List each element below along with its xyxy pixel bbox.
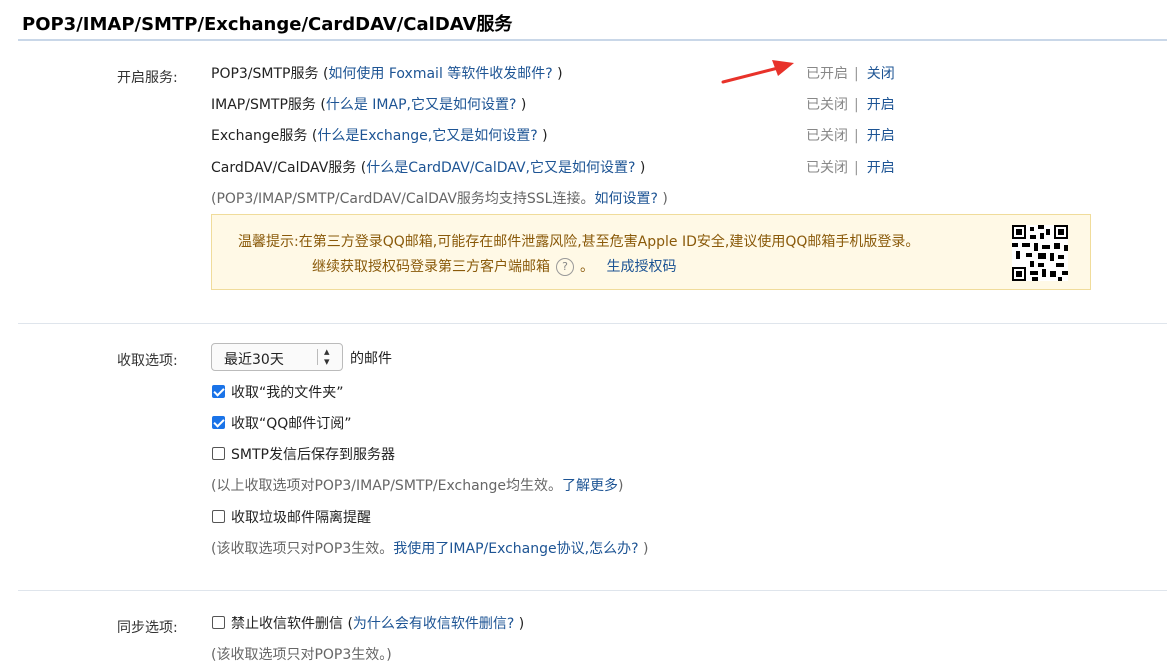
- ssl-setup-link[interactable]: 如何设置?: [594, 191, 657, 207]
- status-text: 已开启: [806, 66, 848, 82]
- imap-exchange-link[interactable]: 我使用了IMAP/Exchange协议,怎么办?: [393, 541, 638, 557]
- sync-note: (该收取选项只对POP3生效。): [211, 647, 392, 663]
- service-status-carddav: 已关闭 | 开启: [806, 157, 895, 177]
- exchange-enable-button[interactable]: 开启: [867, 128, 895, 144]
- status-text: 已关闭: [806, 97, 848, 113]
- receive-note: (以上收取选项对POP3/IMAP/SMTP/Exchange均生效。了解更多): [211, 475, 624, 495]
- imap-help-link[interactable]: 什么是 IMAP,它又是如何设置?: [326, 97, 517, 113]
- service-status-exchange: 已关闭 | 开启: [806, 125, 895, 145]
- receive-label: 收取选项:: [117, 353, 178, 369]
- sync-option-row: 禁止收信软件删信 (为什么会有收信软件删信? ): [231, 613, 524, 633]
- status-text: 已关闭: [806, 160, 848, 176]
- checkbox-smtp-save[interactable]: [212, 447, 225, 460]
- spam-note-close: ): [638, 541, 649, 557]
- qr-code-icon: [1012, 225, 1068, 281]
- paren-close: ): [635, 160, 646, 176]
- pop3-disable-button[interactable]: 关闭: [867, 66, 895, 82]
- exchange-help-link[interactable]: 什么是Exchange,它又是如何设置?: [317, 128, 537, 144]
- paren-close: ): [537, 128, 548, 144]
- service-name: IMAP/SMTP服务: [211, 97, 316, 113]
- warning-action-row: 继续获取授权码登录第三方客户端邮箱? 。 生成授权码: [312, 256, 676, 276]
- option-label: 禁止收信软件删信: [231, 616, 343, 632]
- arrow-icon: [721, 60, 794, 84]
- ssl-note: (POP3/IMAP/SMTP/CardDAV/CalDAV服务均支持SSL连接…: [211, 188, 668, 208]
- section-divider: [18, 323, 1167, 324]
- help-icon[interactable]: ?: [556, 258, 574, 276]
- option-label: 收取垃圾邮件隔离提醒: [231, 510, 371, 526]
- service-row-exchange: Exchange服务 (什么是Exchange,它又是如何设置? ): [211, 125, 548, 145]
- separator: |: [854, 97, 859, 113]
- separator: |: [854, 160, 859, 176]
- select-caret-icon: ▴ ▾: [324, 345, 330, 368]
- service-row-carddav: CardDAV/CalDAV服务 (什么是CardDAV/CalDAV,它又是如…: [211, 157, 645, 177]
- checkbox-prevent-delete[interactable]: [212, 616, 225, 629]
- option-label: SMTP发信后保存到服务器: [231, 447, 395, 463]
- receive-note-close: ): [618, 478, 624, 494]
- carddav-enable-button[interactable]: 开启: [867, 160, 895, 176]
- checkbox-my-folders[interactable]: [212, 385, 225, 398]
- service-status-pop3: 已开启 | 关闭: [806, 63, 895, 83]
- status-text: 已关闭: [806, 128, 848, 144]
- ssl-note-text: (POP3/IMAP/SMTP/CardDAV/CalDAV服务均支持SSL连接…: [211, 191, 595, 207]
- page-title: POP3/IMAP/SMTP/Exchange/CardDAV/CalDAV服务: [22, 14, 513, 35]
- why-delete-link[interactable]: 为什么会有收信软件删信?: [353, 616, 514, 632]
- paren-close: ): [516, 97, 527, 113]
- select-divider: [317, 349, 318, 365]
- receive-range-select[interactable]: 最近30天 ▴ ▾: [211, 343, 343, 371]
- paren-open: (: [307, 128, 318, 144]
- service-name: Exchange服务: [211, 128, 308, 144]
- generate-auth-code-link[interactable]: 生成授权码: [606, 259, 676, 275]
- sync-label: 同步选项:: [117, 620, 178, 636]
- paren-close: ): [514, 616, 525, 632]
- services-label: 开启服务:: [117, 70, 178, 86]
- receive-note-text: (以上收取选项对POP3/IMAP/SMTP/Exchange均生效。: [211, 478, 563, 494]
- paren-open: (: [343, 616, 353, 632]
- spam-note: (该收取选项只对POP3生效。我使用了IMAP/Exchange协议,怎么办? …: [211, 538, 648, 558]
- title-divider: [18, 39, 1167, 41]
- warning-text-2: 继续获取授权码登录第三方客户端邮箱: [312, 259, 550, 275]
- select-suffix: 的邮件: [350, 351, 392, 367]
- spam-note-text: (该收取选项只对POP3生效。: [211, 541, 394, 557]
- service-row-imap: IMAP/SMTP服务 (什么是 IMAP,它又是如何设置? ): [211, 94, 526, 114]
- service-status-imap: 已关闭 | 开启: [806, 94, 895, 114]
- carddav-help-link[interactable]: 什么是CardDAV/CalDAV,它又是如何设置?: [366, 160, 635, 176]
- paren-close: ): [552, 66, 563, 82]
- separator: |: [854, 66, 859, 82]
- ssl-note-close: ): [657, 191, 668, 207]
- warning-text: 温馨提示:在第三方登录QQ邮箱,可能存在邮件泄露风险,甚至危害Apple ID安…: [238, 234, 920, 250]
- select-value: 最近30天: [224, 352, 284, 368]
- service-name: CardDAV/CalDAV服务: [211, 160, 357, 176]
- option-label: 收取“我的文件夹”: [231, 385, 344, 401]
- separator: |: [854, 128, 859, 144]
- learn-more-link[interactable]: 了解更多: [562, 478, 618, 494]
- imap-enable-button[interactable]: 开启: [867, 97, 895, 113]
- checkbox-qq-subscription[interactable]: [212, 416, 225, 429]
- pop3-help-link[interactable]: 如何使用 Foxmail 等软件收发邮件?: [328, 66, 552, 82]
- paren-open: (: [356, 160, 367, 176]
- checkbox-spam-reminder[interactable]: [212, 510, 225, 523]
- service-row-pop3: POP3/SMTP服务 (如何使用 Foxmail 等软件收发邮件? ): [211, 63, 563, 83]
- warning-box: 温馨提示:在第三方登录QQ邮箱,可能存在邮件泄露风险,甚至危害Apple ID安…: [211, 214, 1091, 290]
- section-divider: [18, 590, 1167, 591]
- service-name: POP3/SMTP服务: [211, 66, 319, 82]
- warning-period: 。: [580, 259, 594, 275]
- option-label: 收取“QQ邮件订阅”: [231, 416, 352, 432]
- paren-open: (: [318, 66, 329, 82]
- paren-open: (: [315, 97, 326, 113]
